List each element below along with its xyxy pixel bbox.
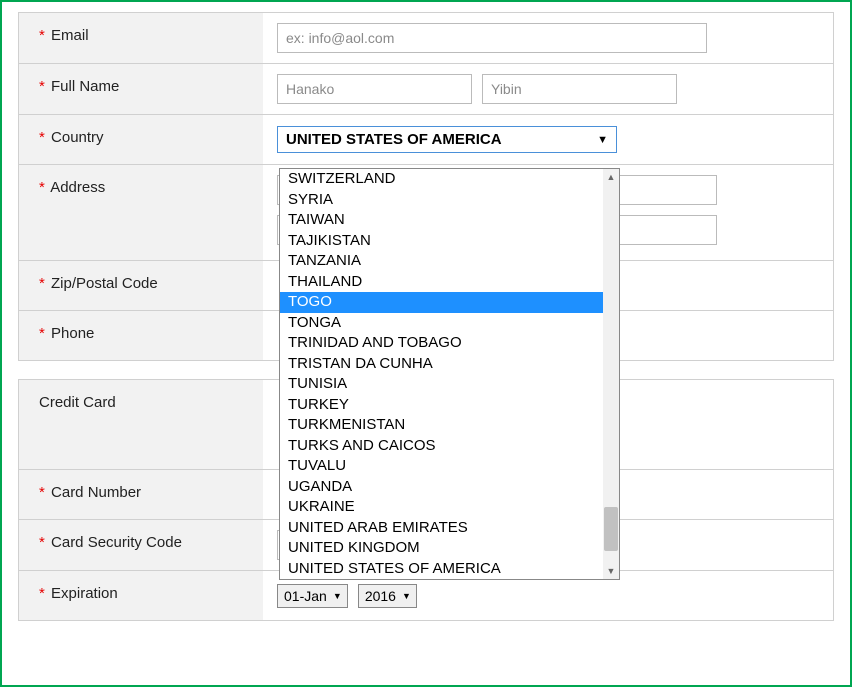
required-marker: * [39, 275, 45, 292]
email-input[interactable] [277, 23, 707, 53]
required-marker: * [39, 484, 45, 501]
country-option[interactable]: SWITZERLAND [280, 169, 619, 190]
email-label-text: Email [51, 27, 89, 44]
country-option[interactable]: TAJIKISTAN [280, 231, 619, 252]
country-option[interactable]: TOGO [280, 292, 619, 313]
country-option[interactable]: UNITED KINGDOM [280, 538, 619, 559]
phone-label: * Phone [19, 311, 263, 360]
country-option[interactable]: TURKEY [280, 395, 619, 416]
country-option[interactable]: TRISTAN DA CUNHA [280, 354, 619, 375]
country-row: * Country UNITED STATES OF AMERICA [19, 114, 833, 164]
country-option[interactable]: UKRAINE [280, 497, 619, 518]
country-option[interactable]: TURKMENISTAN [280, 415, 619, 436]
dropdown-scrollbar-thumb[interactable] [604, 507, 618, 551]
expiration-label-text: Expiration [51, 585, 118, 602]
expiration-year-value: 2016 [365, 588, 396, 604]
fullname-row: * Full Name [19, 63, 833, 114]
country-option[interactable]: TANZANIA [280, 251, 619, 272]
email-field-cell [263, 13, 833, 63]
creditcard-label: Credit Card [19, 380, 263, 469]
expiration-label: * Expiration [19, 571, 263, 620]
cardsecurity-label: * Card Security Code [19, 520, 263, 570]
zip-label: * Zip/Postal Code [19, 261, 263, 310]
cardsecurity-label-text: Card Security Code [51, 534, 182, 551]
lastname-input[interactable] [482, 74, 677, 104]
email-row: * Email [19, 12, 833, 63]
required-marker: * [39, 585, 45, 602]
country-option[interactable]: TUNISIA [280, 374, 619, 395]
fullname-field-cell [263, 64, 833, 114]
required-marker: * [39, 129, 45, 146]
country-dropdown-list: SWITZERLANDSYRIATAIWANTAJIKISTANTANZANIA… [279, 168, 620, 580]
form-container: * Email * Full Name * Country [0, 0, 852, 687]
fullname-label-text: Full Name [51, 78, 119, 95]
creditcard-label-text: Credit Card [39, 394, 116, 411]
required-marker: * [39, 27, 45, 44]
country-option[interactable]: TRINIDAD AND TOBAGO [280, 333, 619, 354]
scroll-up-icon[interactable]: ▲ [603, 169, 619, 185]
country-option[interactable]: TURKS AND CAICOS [280, 436, 619, 457]
dropdown-scrollbar-track[interactable]: ▲ ▼ [603, 169, 619, 579]
required-marker: * [39, 179, 45, 196]
country-label: * Country [19, 115, 263, 164]
country-select[interactable]: UNITED STATES OF AMERICA [277, 126, 617, 153]
email-label: * Email [19, 13, 263, 63]
country-option[interactable]: SYRIA [280, 190, 619, 211]
expiration-month-value: 01-Jan [284, 588, 327, 604]
country-option[interactable]: UGANDA [280, 477, 619, 498]
phone-label-text: Phone [51, 325, 94, 342]
country-option[interactable]: TAIWAN [280, 210, 619, 231]
country-option[interactable]: UNITED ARAB EMIRATES [280, 518, 619, 539]
address-label-text: Address [50, 179, 105, 196]
fullname-label: * Full Name [19, 64, 263, 114]
country-selected-value: UNITED STATES OF AMERICA [286, 131, 502, 148]
country-option[interactable]: UNITED STATES OF AMERICA [280, 559, 619, 580]
country-option[interactable]: TONGA [280, 313, 619, 334]
required-marker: * [39, 534, 45, 551]
cardnumber-label: * Card Number [19, 470, 263, 519]
country-label-text: Country [51, 129, 104, 146]
country-option[interactable]: THAILAND [280, 272, 619, 293]
zip-label-text: Zip/Postal Code [51, 275, 158, 292]
country-select-wrapper: UNITED STATES OF AMERICA [277, 126, 617, 153]
firstname-input[interactable] [277, 74, 472, 104]
expiration-year-select[interactable]: 2016 [358, 584, 417, 608]
country-dropdown-inner: SWITZERLANDSYRIATAIWANTAJIKISTANTANZANIA… [280, 169, 619, 579]
country-field-cell: UNITED STATES OF AMERICA [263, 115, 833, 164]
expiration-month-select[interactable]: 01-Jan [277, 584, 348, 608]
scroll-down-icon[interactable]: ▼ [603, 563, 619, 579]
required-marker: * [39, 78, 45, 95]
cardnumber-label-text: Card Number [51, 484, 141, 501]
country-option[interactable]: TUVALU [280, 456, 619, 477]
address-label: * Address [19, 165, 263, 260]
required-marker: * [39, 325, 45, 342]
